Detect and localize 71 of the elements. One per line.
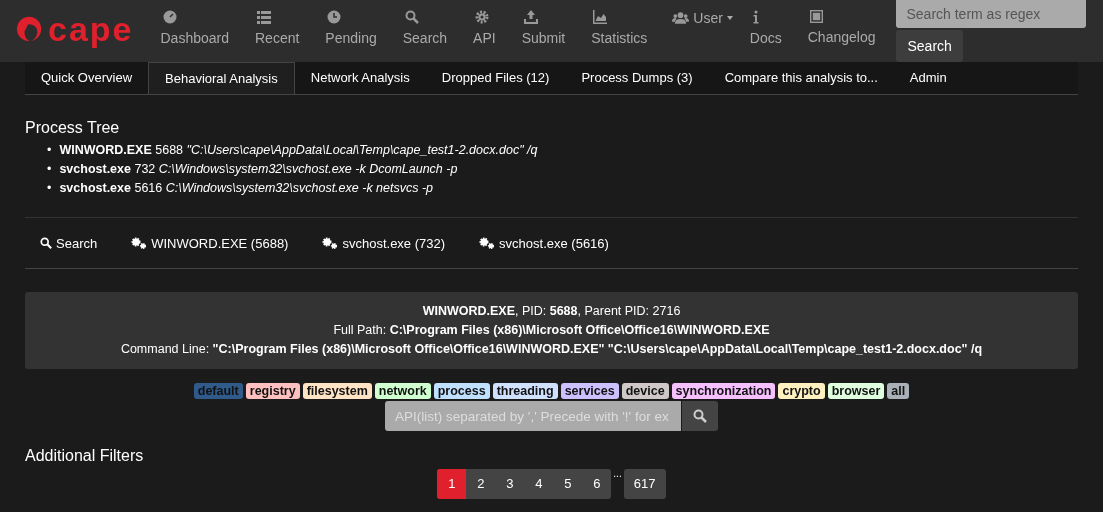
process-tab[interactable]: svchost.exe (732) (311, 235, 457, 251)
nav-link[interactable]: Dashboard (147, 0, 242, 46)
gear-icon (475, 10, 490, 24)
category-filter-tag[interactable]: filesystem (302, 383, 372, 399)
category-filter-tag[interactable]: threading (492, 383, 558, 399)
category-filter-tag[interactable]: all (887, 383, 910, 399)
upload-icon (523, 10, 538, 24)
nav-link[interactable]: Search (389, 0, 461, 46)
user-menu[interactable]: User (660, 0, 737, 26)
search-icon (404, 10, 419, 24)
page-link[interactable]: 1 (437, 469, 467, 499)
logo-icon (16, 14, 44, 44)
nav-link[interactable]: Statistics (578, 0, 661, 46)
clock-icon (327, 10, 342, 24)
category-filter-tag[interactable]: crypto (778, 383, 825, 399)
tab[interactable]: Process Dumps (3) (565, 62, 709, 94)
category-filter-tag[interactable]: synchronization (671, 383, 776, 399)
section-title: Additional Filters (25, 447, 145, 465)
calculator-icon (809, 10, 823, 23)
search-icon (693, 409, 707, 423)
process-tree-item[interactable]: WINWORD.EXE 5688 "C:\Users\cape\AppData\Local\Temp\cape_test1-2.docx.doc" /q (59, 141, 538, 160)
command-line: Command Line: "C:\Program Files (x86)\Microsoft Office\Office16\WINWORD.EXE" "C:\Users\cape\AppData\Local\Temp\cape_test1-2.docx.doc" /q (119, 341, 984, 358)
users-icon (672, 12, 690, 24)
info-icon (751, 10, 760, 24)
page-link[interactable]: 5 (553, 469, 583, 499)
process-tree-item[interactable]: svchost.exe 732 C:\Windows\system32\svchost.exe -k DcomLaunch -p (59, 160, 458, 179)
tab[interactable]: Admin (893, 62, 963, 94)
ellipsis: ... (613, 469, 622, 479)
search-button[interactable] (682, 401, 718, 431)
category-filter-tag[interactable]: device (621, 383, 669, 399)
tab[interactable]: Dropped Files (12) (425, 62, 566, 94)
page-link[interactable]: 3 (495, 469, 525, 499)
nav-link[interactable]: API (460, 0, 509, 46)
category-filter-tag[interactable]: services (560, 383, 619, 399)
full-path: Full Path: C:\Program Files (x86)\Microsoft Office\Office16\WINWORD.EXE (332, 322, 771, 339)
process-tab[interactable]: WINWORD.EXE (5688) (120, 235, 300, 251)
page-link[interactable]: 6 (582, 469, 612, 499)
list-icon (257, 10, 271, 24)
process-tab[interactable]: Search (29, 235, 109, 251)
nav-link[interactable]: Pending (312, 0, 390, 46)
category-filter-tag[interactable]: browser (827, 383, 885, 399)
tab[interactable]: Quick Overview (25, 62, 149, 94)
tab[interactable]: Behavioral Analysis (148, 62, 295, 94)
gears-icon (131, 237, 148, 249)
nav-link[interactable]: Submit (508, 0, 579, 46)
tab[interactable]: Compare this analysis to... (708, 62, 894, 94)
area-chart-icon (593, 10, 608, 24)
section-title: Process Tree (25, 119, 121, 137)
nav-link[interactable]: Docs (736, 0, 795, 46)
dashboard-gauge-icon (162, 10, 177, 24)
search-button[interactable]: Search (896, 30, 963, 62)
gears-icon (479, 237, 496, 249)
search-icon (40, 237, 52, 249)
process-tree-item[interactable]: svchost.exe 5616 C:\Windows\system32\svchost.exe -k netsvcs -p (59, 179, 434, 198)
nav-link[interactable]: Changelog (794, 0, 889, 45)
search-field[interactable]: Search term as regex (896, 0, 1087, 28)
page-link[interactable]: 2 (466, 469, 496, 499)
process-summary: WINWORD.EXE, PID: 5688, Parent PID: 2716 (421, 303, 682, 320)
gears-icon (322, 237, 339, 249)
process-tab[interactable]: svchost.exe (5616) (468, 235, 620, 251)
nav-link[interactable]: Recent (242, 0, 313, 46)
category-filter-tag[interactable]: network (374, 383, 431, 399)
bullet: • (47, 142, 52, 159)
page-link[interactable]: 617 (623, 469, 666, 499)
tab[interactable]: Network Analysis (294, 62, 426, 94)
category-filter-tag[interactable]: registry (245, 383, 300, 399)
bullet: • (47, 180, 52, 197)
caret-icon (726, 16, 733, 20)
page-link[interactable]: 4 (524, 469, 554, 499)
bullet: • (47, 161, 52, 178)
category-filter-tag[interactable]: process (433, 383, 490, 399)
